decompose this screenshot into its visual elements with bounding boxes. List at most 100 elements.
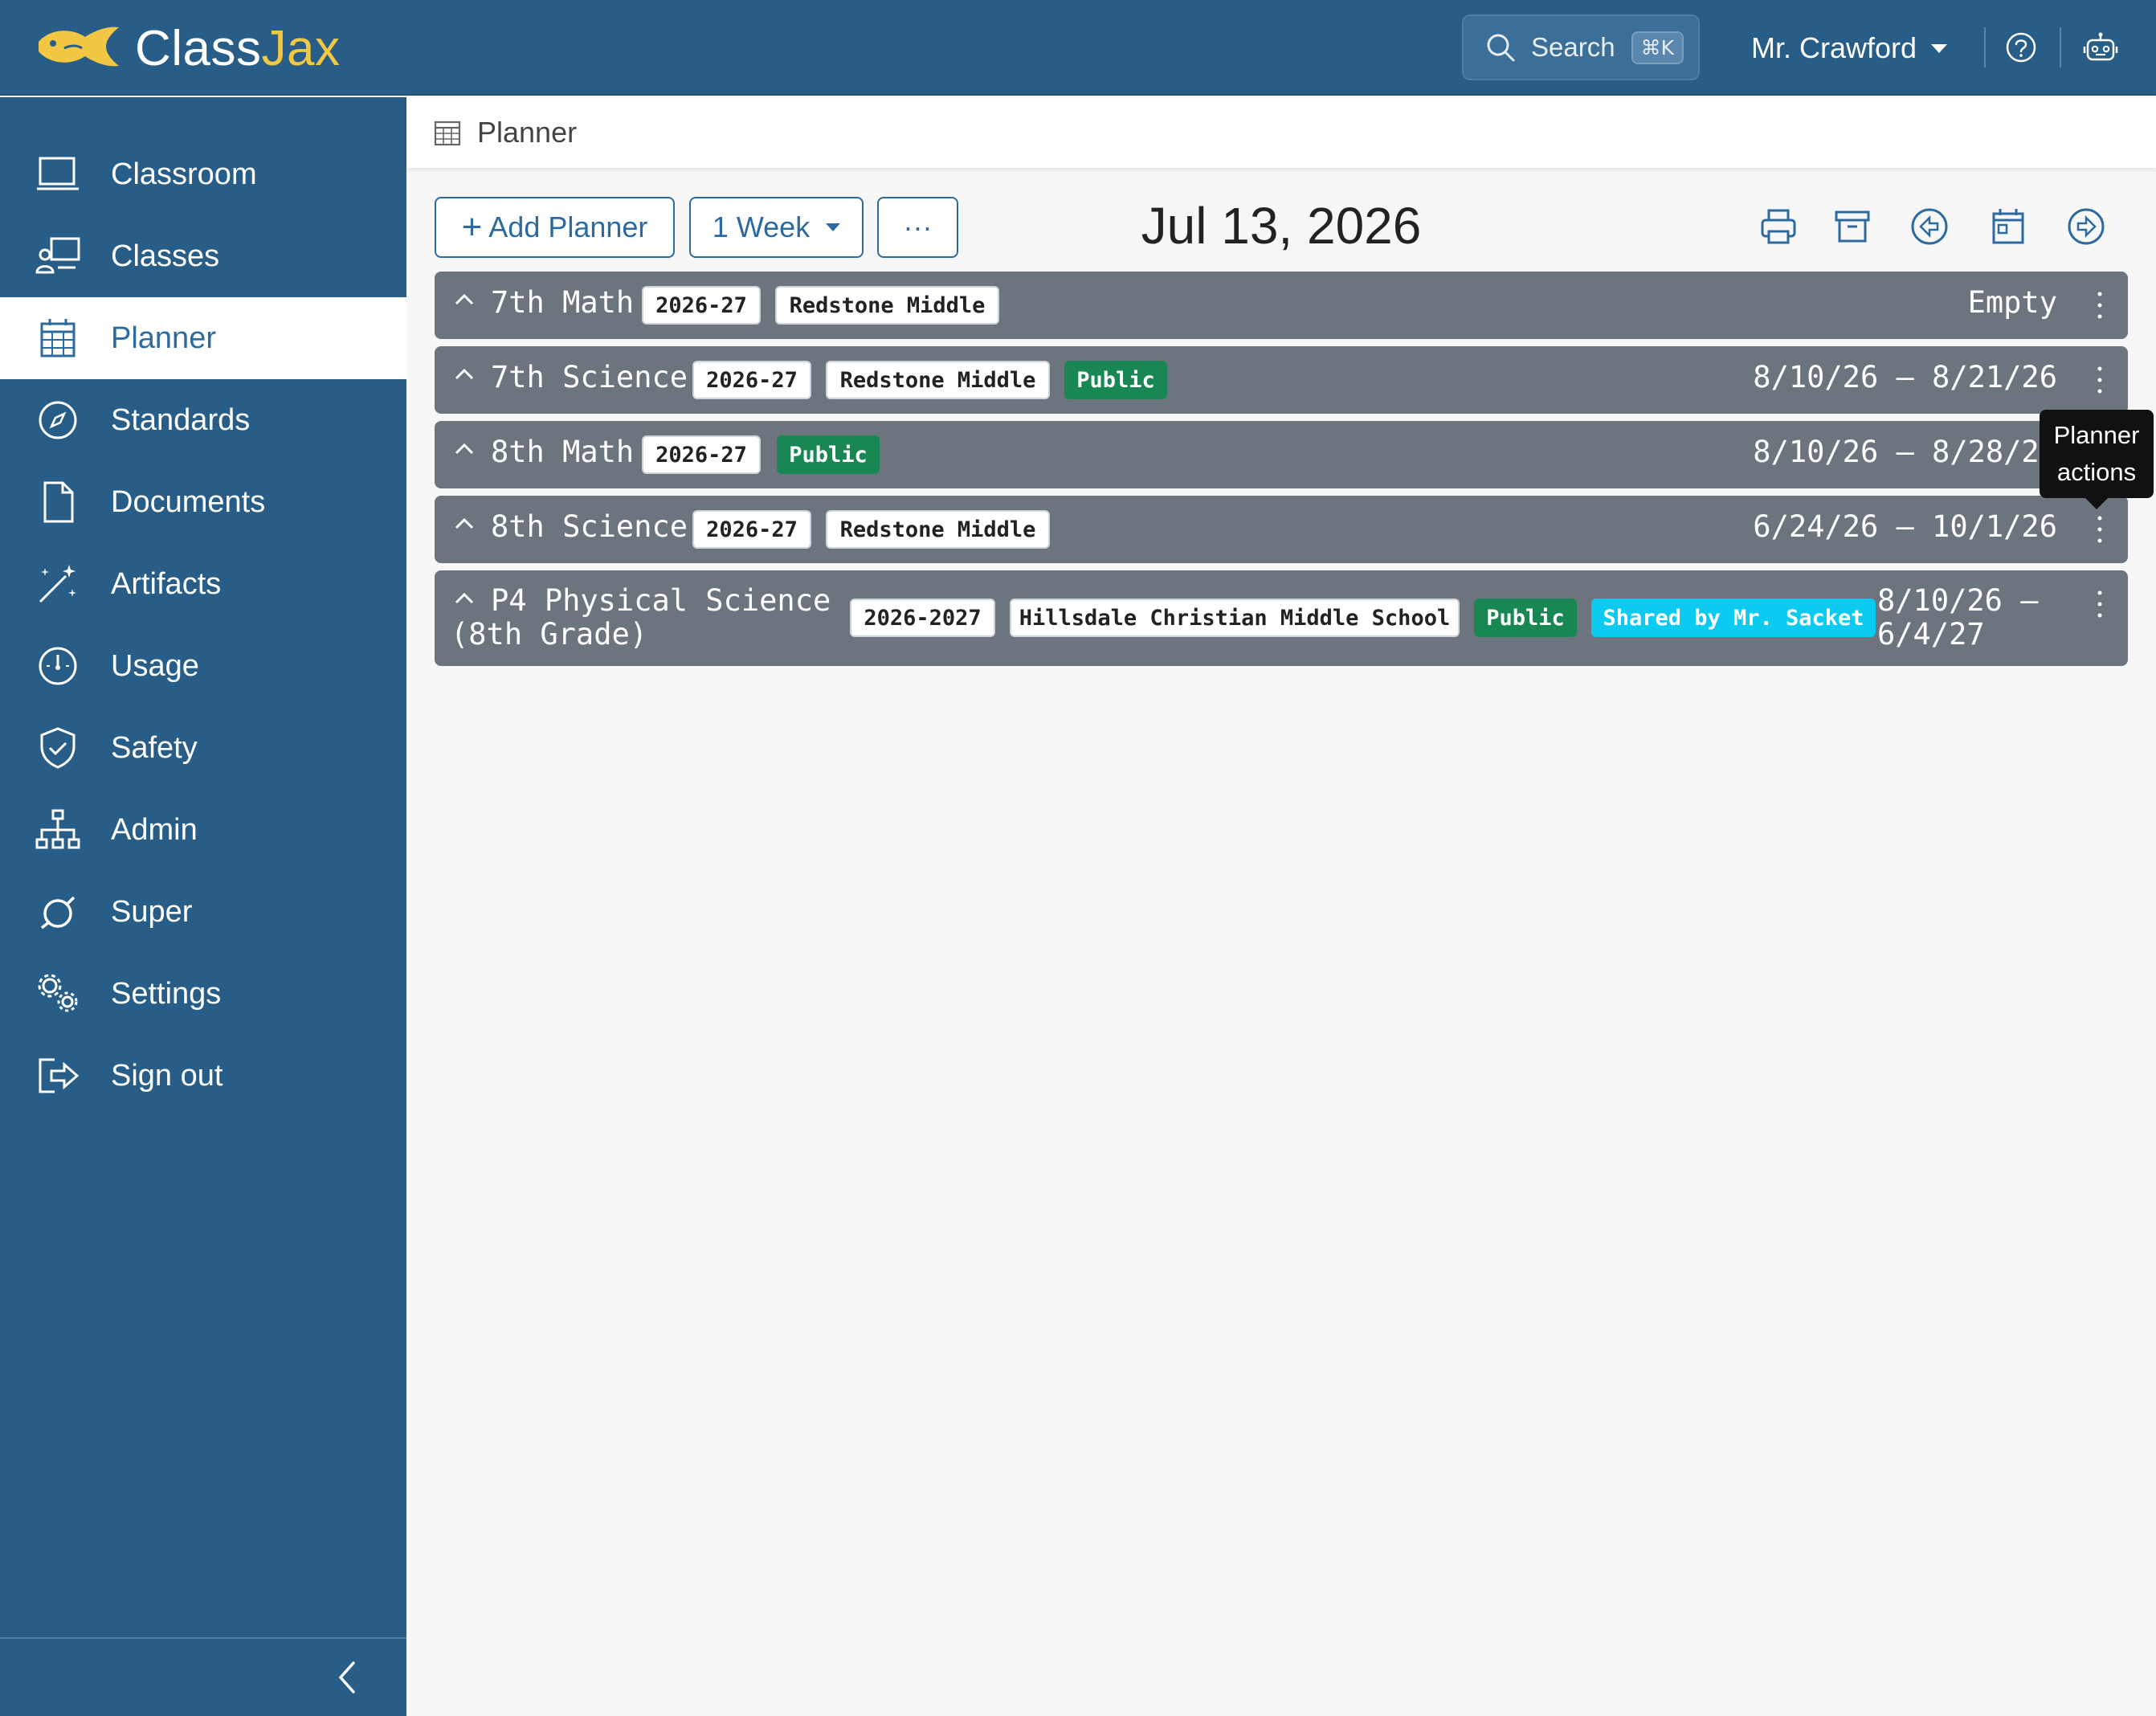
tooltip-line: Planner	[2053, 421, 2140, 449]
chevron-down-icon	[826, 223, 841, 231]
planner-title: 7th Science	[491, 360, 688, 394]
planner-row[interactable]: 8th Science 2026-27 Redstone Middle 6/24…	[435, 496, 2128, 563]
search-shortcut-badge: ⌘K	[1631, 31, 1684, 64]
document-icon	[43, 481, 74, 523]
sidebar-item-classes[interactable]: Classes	[0, 215, 406, 297]
planner-dates: Empty	[1967, 285, 2057, 320]
divider	[1984, 27, 1986, 67]
print-icon[interactable]	[1756, 204, 1801, 249]
previous-arrow-circle-icon[interactable]	[1907, 204, 1952, 249]
planner-row[interactable]: 7th Science 2026-27 Redstone Middle Publ…	[435, 346, 2128, 414]
planner-row[interactable]: 8th Math 2026-27 Public 8/10/26 – 8/28/2…	[435, 421, 2128, 488]
magic-wand-icon	[39, 565, 76, 603]
sidebar-item-label: Artifacts	[111, 566, 222, 601]
logo-wordmark: ClassJax	[135, 20, 341, 77]
more-options-button[interactable]: ···	[877, 197, 958, 258]
sidebar-item-planner[interactable]: Planner	[0, 297, 406, 379]
sidebar-item-settings[interactable]: Settings	[0, 953, 406, 1035]
planner-title: 7th Math	[491, 285, 635, 320]
next-arrow-circle-icon[interactable]	[2064, 204, 2109, 249]
sidebar-item-label: Admin	[111, 812, 198, 847]
kebab-menu-icon[interactable]	[2094, 289, 2105, 321]
planner-dates: 8/10/26 – 8/28/26	[1753, 435, 2057, 469]
calendar-today-icon[interactable]	[1986, 204, 2031, 249]
classes-icon	[35, 237, 80, 274]
breadcrumb: Planner	[406, 97, 2156, 168]
archive-icon[interactable]	[1830, 204, 1875, 249]
calendar-icon	[434, 121, 461, 146]
orbit-icon	[40, 896, 76, 930]
planner-dates: 8/10/26 – 8/21/26	[1753, 360, 2057, 394]
calendar-icon	[40, 319, 76, 358]
sign-out-icon	[39, 1058, 80, 1093]
chevron-up-icon[interactable]	[452, 512, 476, 536]
public-badge: Public	[777, 435, 880, 474]
sidebar-item-label: Standards	[111, 402, 251, 437]
planner-dates: 6/24/26 – 10/1/26	[1753, 509, 2057, 544]
school-year-badge: 2026-27	[642, 286, 761, 325]
fish-logo-icon	[39, 27, 119, 67]
current-date: Jul 13, 2026	[1141, 197, 1422, 255]
ellipsis-icon: ···	[903, 210, 933, 243]
planner-row[interactable]: P4 Physical Science (8th Grade) 2026-202…	[435, 570, 2128, 666]
gears-icon	[38, 974, 78, 1012]
planner-dates: 8/10/26 –	[1877, 583, 2039, 618]
sidebar-item-label: Documents	[111, 484, 266, 519]
add-planner-button[interactable]: + Add Planner	[435, 197, 675, 258]
search-button[interactable]: Search ⌘K	[1462, 14, 1700, 80]
sidebar-item-standards[interactable]: Standards	[0, 379, 406, 461]
school-badge: Redstone Middle	[826, 510, 1050, 549]
chevron-up-icon[interactable]	[452, 362, 476, 386]
kebab-menu-icon[interactable]	[2094, 513, 2105, 545]
school-badge: Redstone Middle	[775, 286, 999, 325]
sidebar-item-label: Settings	[111, 976, 222, 1011]
sidebar-item-label: Super	[111, 894, 193, 929]
sidebar-item-usage[interactable]: Usage	[0, 625, 406, 707]
sidebar-item-super[interactable]: Super	[0, 871, 406, 953]
top-navbar: ClassJax Search ⌘K Mr. Crawford	[0, 0, 2156, 96]
classroom-icon	[37, 157, 79, 190]
sidebar-item-sign-out[interactable]: Sign out	[0, 1035, 406, 1117]
sidebar-item-label: Safety	[111, 730, 198, 765]
chevron-up-icon[interactable]	[452, 586, 476, 611]
kebab-menu-icon[interactable]	[2094, 364, 2105, 396]
sidebar-item-artifacts[interactable]: Artifacts	[0, 543, 406, 625]
school-year-badge: 2026-27	[642, 435, 761, 474]
school-year-badge: 2026-27	[692, 510, 811, 549]
school-badge: Redstone Middle	[826, 361, 1050, 399]
question-circle-icon[interactable]	[2003, 29, 2040, 66]
sidebar-item-label: Planner	[111, 321, 216, 355]
sidebar-item-classroom[interactable]: Classroom	[0, 133, 406, 215]
sidebar-item-documents[interactable]: Documents	[0, 461, 406, 543]
sidebar-item-label: Sign out	[111, 1058, 223, 1093]
sidebar-item-label: Usage	[111, 648, 199, 683]
school-year-badge: 2026-27	[692, 361, 811, 399]
search-label: Search	[1531, 32, 1615, 62]
robot-icon[interactable]	[2082, 29, 2119, 66]
planner-row[interactable]: 7th Math 2026-27 Redstone Middle Empty	[435, 272, 2128, 339]
range-dropdown[interactable]: 1 Week	[689, 197, 864, 258]
range-label: 1 Week	[712, 210, 811, 243]
planner-title: 8th Math	[491, 435, 635, 469]
planner-actions-tooltip: Planner actions	[2040, 410, 2154, 498]
shared-by-badge: Shared by Mr. Sacket	[1591, 599, 1876, 637]
sitemap-icon	[35, 809, 80, 849]
kebab-menu-icon[interactable]	[2094, 588, 2105, 620]
gauge-icon	[39, 647, 77, 685]
sidebar-item-safety[interactable]: Safety	[0, 707, 406, 789]
public-badge: Public	[1474, 599, 1577, 637]
compass-icon	[39, 401, 77, 439]
app-logo[interactable]: ClassJax	[32, 18, 341, 79]
tooltip-line: actions	[2056, 458, 2137, 486]
chevron-left-icon[interactable]	[331, 1657, 363, 1698]
user-name: Mr. Crawford	[1751, 31, 1917, 64]
user-menu-dropdown[interactable]: Mr. Crawford	[1751, 24, 1948, 72]
chevron-up-icon[interactable]	[452, 288, 476, 312]
add-planner-label: Add Planner	[488, 210, 648, 243]
plus-icon: +	[461, 207, 483, 247]
chevron-up-icon[interactable]	[452, 437, 476, 461]
chevron-down-icon	[1931, 43, 1948, 53]
school-year-badge: 2026-2027	[850, 599, 995, 637]
sidebar-item-admin[interactable]: Admin	[0, 789, 406, 871]
sidebar: Classroom Classes Planner Standards Docu…	[0, 97, 406, 1716]
